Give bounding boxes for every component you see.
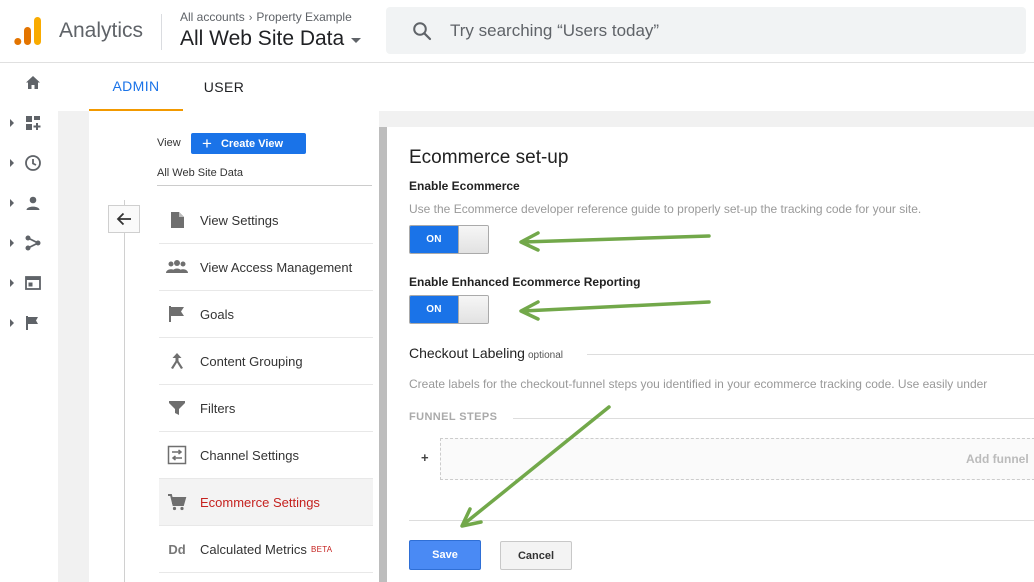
menu-item-calculated-metrics[interactable]: Dd Calculated Metrics BETA (159, 526, 373, 573)
rail-conversions[interactable] (0, 303, 58, 343)
property-view-name: All Web Site Data (180, 27, 345, 50)
filter-icon (166, 397, 188, 419)
analytics-logo-icon[interactable] (14, 16, 42, 46)
rail-audience[interactable] (0, 183, 58, 223)
top-header: Analytics All accounts › Property Example … (0, 0, 1034, 63)
optional-label: optional (527, 350, 564, 361)
expand-arrow-icon (10, 279, 14, 287)
create-view-button[interactable]: + Create View (191, 133, 306, 154)
view-settings-menu: View Settings View Access Management Goa… (159, 197, 373, 573)
menu-item-view-access-management[interactable]: View Access Management (159, 244, 373, 291)
expand-arrow-icon (10, 319, 14, 327)
person-icon (26, 196, 40, 210)
breadcrumb[interactable]: All accounts › Property Example (180, 10, 352, 24)
header-divider (161, 14, 162, 50)
panel-scrollbar[interactable] (379, 127, 387, 582)
caret-down-icon (351, 38, 362, 43)
search-icon (413, 21, 432, 40)
expand-arrow-icon (10, 199, 14, 207)
menu-item-label: Calculated Metrics (200, 541, 307, 557)
admin-user-tabs: ADMIN USER (58, 63, 1034, 111)
menu-item-content-grouping[interactable]: Content Grouping (159, 338, 373, 385)
dd-glyph: Dd (168, 541, 186, 557)
home-icon (26, 76, 40, 89)
expand-arrow-icon (10, 159, 14, 167)
flag-icon (166, 303, 188, 325)
enhanced-ecommerce-title: Enable Enhanced Ecommerce Reporting (409, 275, 641, 289)
cart-icon (166, 491, 188, 513)
funnel-steps-heading: FUNNEL STEPS (409, 411, 498, 423)
menu-item-label: View Access Management (200, 259, 353, 275)
enhanced-ecommerce-toggle[interactable]: ON (409, 295, 489, 324)
view-label: View (157, 137, 181, 149)
menu-item-label: Ecommerce Settings (200, 494, 320, 510)
rail-customization[interactable] (0, 103, 58, 143)
checkout-divider (587, 354, 1034, 355)
rail-acquisition[interactable] (0, 223, 58, 263)
checkout-labeling-title: Checkout Labeling optional (409, 345, 563, 361)
behavior-icon (25, 276, 41, 290)
toggle-on-label: ON (410, 296, 458, 323)
toggle-knob (458, 296, 488, 323)
save-button[interactable]: Save (409, 540, 481, 570)
menu-item-label: Filters (200, 400, 236, 416)
menu-item-channel-settings[interactable]: Channel Settings (159, 432, 373, 479)
property-view-selector[interactable]: All Web Site Data (180, 27, 362, 51)
page-title: Ecommerce set-up (409, 147, 569, 168)
toggle-knob (458, 226, 488, 253)
expand-arrow-icon (10, 239, 14, 247)
checkout-labeling-description: Create labels for the checkout-funnel st… (409, 377, 988, 391)
document-icon (166, 209, 188, 231)
funnel-divider (513, 418, 1034, 419)
add-step-plus-icon[interactable]: + (421, 450, 429, 465)
view-name[interactable]: All Web Site Data (157, 167, 243, 179)
view-name-underline (157, 185, 372, 186)
enable-ecommerce-description: Use the Ecommerce developer reference gu… (409, 202, 922, 216)
chevron-right-icon: › (248, 12, 253, 24)
menu-item-label: Content Grouping (200, 353, 303, 369)
checkout-labeling-label: Checkout Labeling (409, 345, 525, 361)
brand-name: Analytics (59, 19, 144, 42)
menu-item-label: Channel Settings (200, 447, 300, 463)
form-footer-divider (409, 520, 1034, 521)
enable-ecommerce-title: Enable Ecommerce (409, 179, 520, 193)
menu-item-goals[interactable]: Goals (159, 291, 373, 338)
expand-arrow-icon (10, 119, 14, 127)
dd-icon: Dd (166, 538, 188, 560)
breadcrumb-property[interactable]: Property Example (256, 10, 351, 24)
clock-icon (25, 155, 41, 171)
channel-icon (166, 444, 188, 466)
menu-item-view-settings[interactable]: View Settings (159, 197, 373, 244)
arrow-left-icon (116, 212, 131, 226)
back-button[interactable] (108, 205, 140, 233)
menu-item-filters[interactable]: Filters (159, 385, 373, 432)
add-funnel-step-placeholder[interactable]: Add funnel (966, 452, 1029, 466)
breadcrumb-accounts[interactable]: All accounts (180, 10, 245, 24)
rail-home[interactable] (0, 63, 58, 103)
enable-ecommerce-toggle[interactable]: ON (409, 225, 489, 254)
merge-icon (166, 350, 188, 372)
menu-item-label: View Settings (200, 212, 279, 228)
funnel-step-input[interactable] (440, 438, 1034, 480)
search-bar[interactable] (386, 7, 1026, 54)
toggle-on-label: ON (410, 226, 458, 253)
tab-admin[interactable]: ADMIN (89, 63, 183, 111)
menu-item-label: Goals (200, 306, 234, 322)
rail-behavior[interactable] (0, 263, 58, 303)
plus-icon: + (202, 134, 212, 153)
rail-realtime[interactable] (0, 143, 58, 183)
left-nav-rail (0, 63, 58, 582)
acquisition-icon (25, 235, 41, 251)
cancel-button[interactable]: Cancel (500, 541, 572, 570)
dashboard-icon (26, 116, 41, 130)
view-column-divider (124, 200, 125, 582)
menu-item-ecommerce-settings[interactable]: Ecommerce Settings (159, 479, 373, 526)
tab-user[interactable]: USER (183, 63, 265, 111)
search-input[interactable] (450, 20, 1010, 41)
beta-badge: BETA (310, 544, 333, 554)
flag-icon (26, 316, 38, 330)
people-icon (166, 256, 188, 278)
create-view-label: Create View (220, 137, 284, 150)
